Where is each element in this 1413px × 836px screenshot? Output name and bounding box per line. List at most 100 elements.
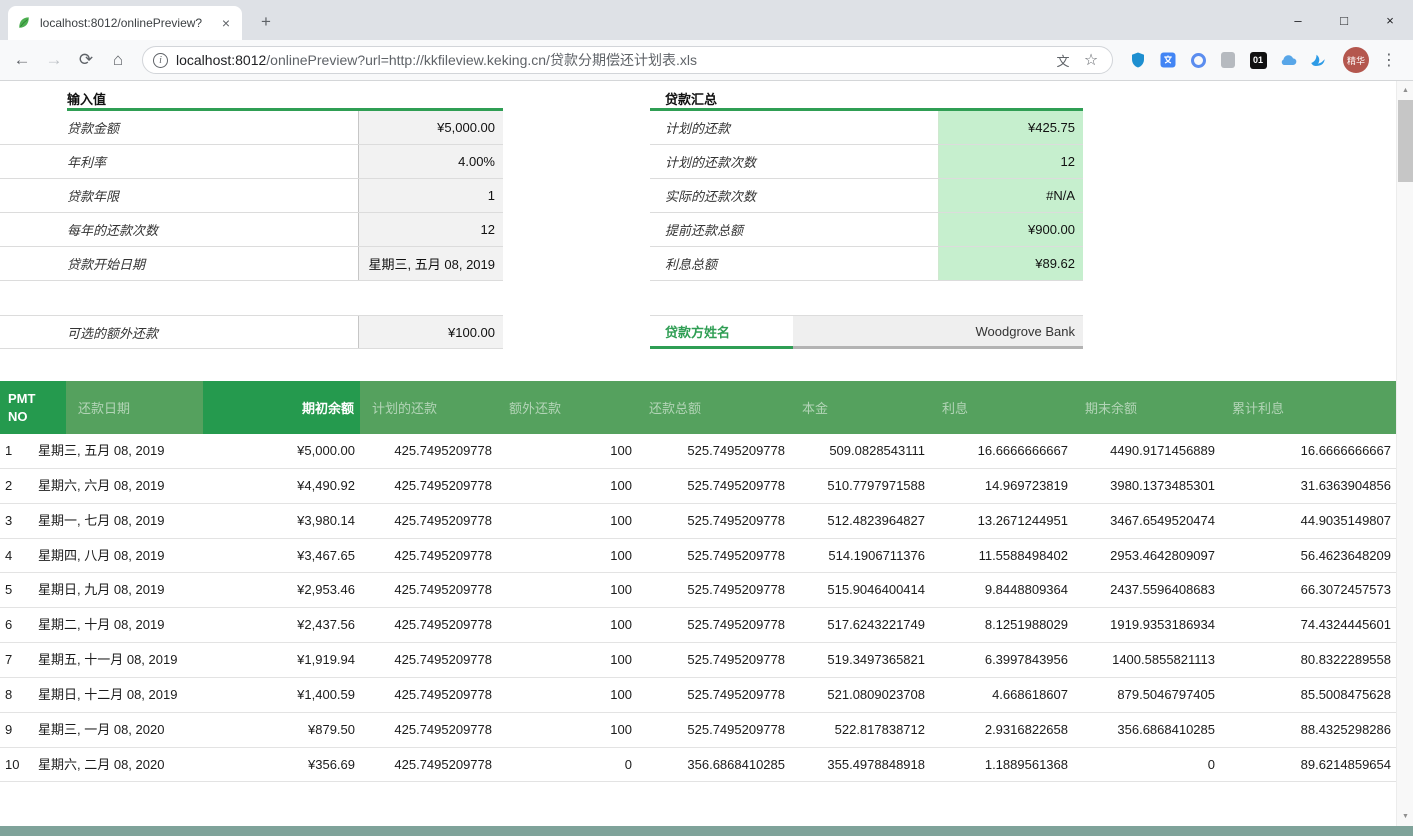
column-header: 还款总额 <box>637 381 790 434</box>
sheet-bottom-bar <box>0 826 1413 836</box>
scrollbar-thumb[interactable] <box>1398 100 1413 182</box>
table-cell: 4.668618607 <box>930 677 1073 712</box>
tab-title: localhost:8012/onlinePreview? <box>40 16 218 30</box>
scroll-down-icon[interactable]: ▼ <box>1397 808 1413 825</box>
summary-panel: 贷款汇总 计划的还款¥425.75计划的还款次数12实际的还款次数#N/A提前还… <box>650 84 1083 349</box>
table-cell: 85.5008475628 <box>1220 677 1396 712</box>
tab-close-icon[interactable]: × <box>218 15 234 31</box>
summary-panel-title: 贷款汇总 <box>650 84 1083 108</box>
table-cell: 879.5046797405 <box>1073 677 1220 712</box>
table-cell: 2953.4642809097 <box>1073 538 1220 573</box>
cloud-extension-icon[interactable] <box>1277 49 1299 71</box>
summary-row-value: 12 <box>938 145 1083 178</box>
table-cell: ¥3,980.14 <box>203 503 360 538</box>
extra-payment-value: ¥100.00 <box>358 316 503 348</box>
input-row-value: 4.00% <box>358 145 503 178</box>
table-cell: 425.7495209778 <box>360 468 497 503</box>
bird-extension-icon[interactable] <box>1307 49 1329 71</box>
table-cell: 星期四, 八月 08, 2019 <box>33 538 203 573</box>
table-row: 3星期一, 七月 08, 2019¥3,980.14425.7495209778… <box>0 503 1396 538</box>
table-cell: 425.7495209778 <box>360 677 497 712</box>
input-row: 每年的还款次数12 <box>0 213 503 247</box>
page-info-icon[interactable]: i <box>153 53 168 68</box>
bookmark-star-icon[interactable]: ☆ <box>1080 49 1102 71</box>
table-cell: ¥1,400.59 <box>203 677 360 712</box>
browser-toolbar: ← → ⟳ ⌂ i localhost:8012/onlinePreview?u… <box>0 40 1413 81</box>
panel-gap <box>650 281 1083 315</box>
table-cell: 519.3497365821 <box>790 643 930 678</box>
address-bar[interactable]: i localhost:8012/onlinePreview?url=http:… <box>142 46 1113 74</box>
table-cell: 515.9046400414 <box>790 573 930 608</box>
table-cell: ¥2,437.56 <box>203 608 360 643</box>
shield-extension-icon[interactable] <box>1127 49 1149 71</box>
table-cell: 11.5588498402 <box>930 538 1073 573</box>
table-cell: 100 <box>497 677 637 712</box>
lender-label: 贷款方姓名 <box>650 316 793 349</box>
table-cell: 星期三, 五月 08, 2019 <box>33 434 203 468</box>
reload-button[interactable]: ⟳ <box>72 46 100 74</box>
table-cell: 6.3997843956 <box>930 643 1073 678</box>
table-cell: 521.0809023708 <box>790 677 930 712</box>
ring-extension-icon[interactable] <box>1187 49 1209 71</box>
table-cell: 509.0828543111 <box>790 434 930 468</box>
url-path: /onlinePreview?url=http://kkfileview.kek… <box>266 52 697 68</box>
schedule-table: 1星期三, 五月 08, 2019¥5,000.00425.7495209778… <box>0 434 1396 782</box>
table-cell: ¥3,467.65 <box>203 538 360 573</box>
close-button[interactable]: × <box>1367 0 1413 40</box>
scroll-up-icon[interactable]: ▲ <box>1397 82 1413 99</box>
minimize-button[interactable]: – <box>1275 0 1321 40</box>
table-row: 10星期六, 二月 08, 2020¥356.69425.74952097780… <box>0 747 1396 782</box>
table-cell: 9 <box>0 712 33 747</box>
summary-row: 提前还款总额¥900.00 <box>650 213 1083 247</box>
table-cell: 8.1251988029 <box>930 608 1073 643</box>
input-row-label: 每年的还款次数 <box>0 213 358 246</box>
table-cell: 525.7495209778 <box>637 608 790 643</box>
summary-row-label: 计划的还款 <box>650 111 938 144</box>
browser-menu-icon[interactable]: ⋮ <box>1377 48 1401 72</box>
table-cell: 100 <box>497 468 637 503</box>
01-badge-extension-icon[interactable]: 01 <box>1247 49 1269 71</box>
input-row-label: 贷款金额 <box>0 111 358 144</box>
table-cell: 2437.5596408683 <box>1073 573 1220 608</box>
input-row-value: 12 <box>358 213 503 246</box>
table-cell: 100 <box>497 573 637 608</box>
table-cell: 44.9035149807 <box>1220 503 1396 538</box>
translate-page-icon[interactable]: 文 <box>1052 49 1074 71</box>
forward-button[interactable]: → <box>40 46 68 74</box>
table-cell: 7 <box>0 643 33 678</box>
table-cell: 425.7495209778 <box>360 747 497 782</box>
table-cell: 3 <box>0 503 33 538</box>
maximize-button[interactable]: □ <box>1321 0 1367 40</box>
table-cell: 0 <box>1073 747 1220 782</box>
input-panel-title: 输入值 <box>0 84 503 108</box>
table-cell: 2.9316822658 <box>930 712 1073 747</box>
column-header: 额外还款 <box>497 381 637 434</box>
table-cell: 89.6214859654 <box>1220 747 1396 782</box>
vertical-scrollbar[interactable]: ▲ ▼ <box>1396 81 1413 826</box>
sheet: 输入值 贷款金额¥5,000.00年利率4.00%贷款年限1每年的还款次数12贷… <box>0 81 1396 782</box>
table-cell: 星期六, 二月 08, 2020 <box>33 747 203 782</box>
window-controls: – □ × <box>1275 0 1413 40</box>
translate-extension-icon[interactable] <box>1157 49 1179 71</box>
browser-tab[interactable]: localhost:8012/onlinePreview? × <box>8 6 242 40</box>
table-cell: 425.7495209778 <box>360 434 497 468</box>
table-cell: 56.4623648209 <box>1220 538 1396 573</box>
table-cell: 5 <box>0 573 33 608</box>
gray-extension-icon[interactable] <box>1217 49 1239 71</box>
column-header: 还款日期 <box>66 381 203 434</box>
extra-payment-label: 可选的额外还款 <box>0 316 358 348</box>
top-panels: 输入值 贷款金额¥5,000.00年利率4.00%贷款年限1每年的还款次数12贷… <box>0 84 1396 381</box>
new-tab-button[interactable]: + <box>254 10 278 34</box>
table-cell: 74.4324445601 <box>1220 608 1396 643</box>
input-row-value: 1 <box>358 179 503 212</box>
table-cell: 16.6666666667 <box>930 434 1073 468</box>
summary-panel-rows: 计划的还款¥425.75计划的还款次数12实际的还款次数#N/A提前还款总额¥9… <box>650 111 1083 281</box>
table-cell: 525.7495209778 <box>637 643 790 678</box>
profile-avatar[interactable]: 精华 <box>1343 47 1369 73</box>
summary-row-label: 实际的还款次数 <box>650 179 938 212</box>
table-cell: 100 <box>497 643 637 678</box>
table-cell: ¥879.50 <box>203 712 360 747</box>
back-button[interactable]: ← <box>8 46 36 74</box>
table-cell: ¥356.69 <box>203 747 360 782</box>
home-button[interactable]: ⌂ <box>104 46 132 74</box>
